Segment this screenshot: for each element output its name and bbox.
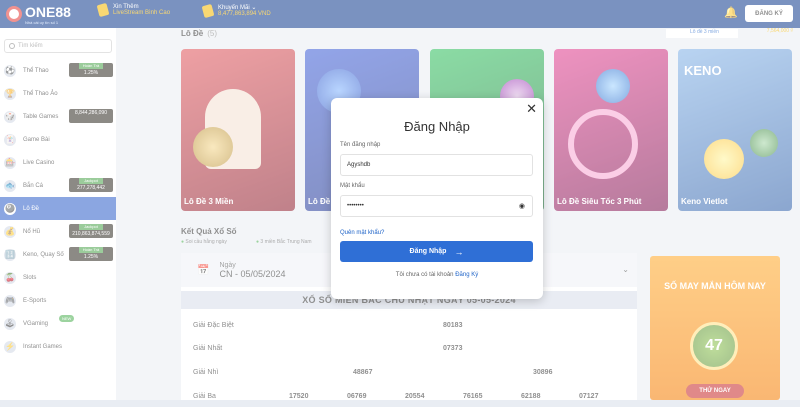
login-title: Đăng Nhập [404, 119, 470, 134]
no-account-label: Tôi chưa có tài khoản [395, 272, 454, 278]
password-field[interactable]: •••••••• ◉ [340, 195, 533, 217]
username-label: Tên đăng nhập [340, 142, 381, 148]
login-button[interactable]: Đăng Nhập → [340, 241, 533, 262]
arrow-right-icon: → [454, 246, 464, 257]
eye-icon[interactable]: ◉ [519, 202, 525, 210]
username-field[interactable]: Agyshdb [340, 154, 533, 176]
register-link[interactable]: Đăng Ký [455, 272, 478, 278]
close-icon[interactable]: ✕ [526, 102, 537, 116]
login-button-label: Đăng Nhập [409, 248, 447, 255]
password-label: Mật khẩu [340, 183, 365, 189]
forgot-password-link[interactable]: Quên mật khẩu? [340, 230, 384, 236]
password-value: •••••••• [347, 203, 364, 209]
no-account-text: Tôi chưa có tài khoản Đăng Ký [331, 272, 543, 278]
login-modal: ✕ Đăng Nhập Tên đăng nhập Agyshdb Mật kh… [331, 98, 543, 299]
